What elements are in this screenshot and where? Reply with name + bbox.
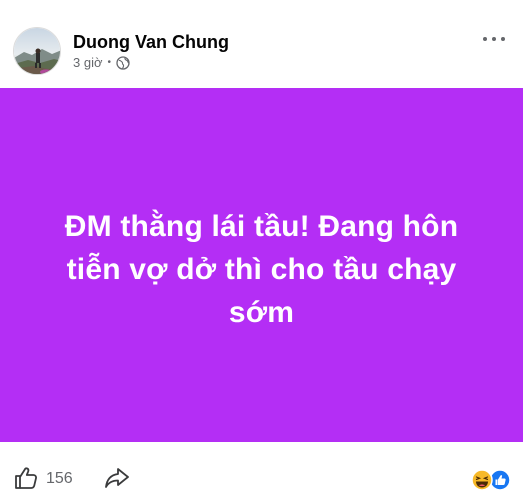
author-avatar[interactable] [13,27,61,75]
more-options-icon[interactable] [483,32,505,46]
meta-separator: • [107,57,112,68]
post-meta: 3 giờ • [73,55,130,71]
post-text: ĐM thằng lái tầu! Đang hôn tiễn vợ dở th… [64,209,459,329]
share-icon[interactable] [104,466,130,490]
like-count[interactable]: 156 [46,469,73,489]
post-content-block: ĐM thằng lái tầu! Đang hôn tiễn vợ dở th… [0,88,523,442]
facebook-post: Duong Van Chung 3 giờ • ĐM thằng lái tầu… [0,0,523,500]
thumbs-up-icon[interactable] [13,465,39,491]
like-reaction-icon [489,469,511,491]
haha-reaction-icon [471,469,493,491]
post-time[interactable]: 3 giờ [73,55,103,71]
globe-icon[interactable] [116,56,130,70]
post-header: Duong Van Chung 3 giờ • [0,0,523,88]
author-name[interactable]: Duong Van Chung [73,31,229,53]
reaction-summary[interactable] [471,469,511,491]
avatar-photo [14,28,60,74]
post-footer: 156 [0,442,523,500]
